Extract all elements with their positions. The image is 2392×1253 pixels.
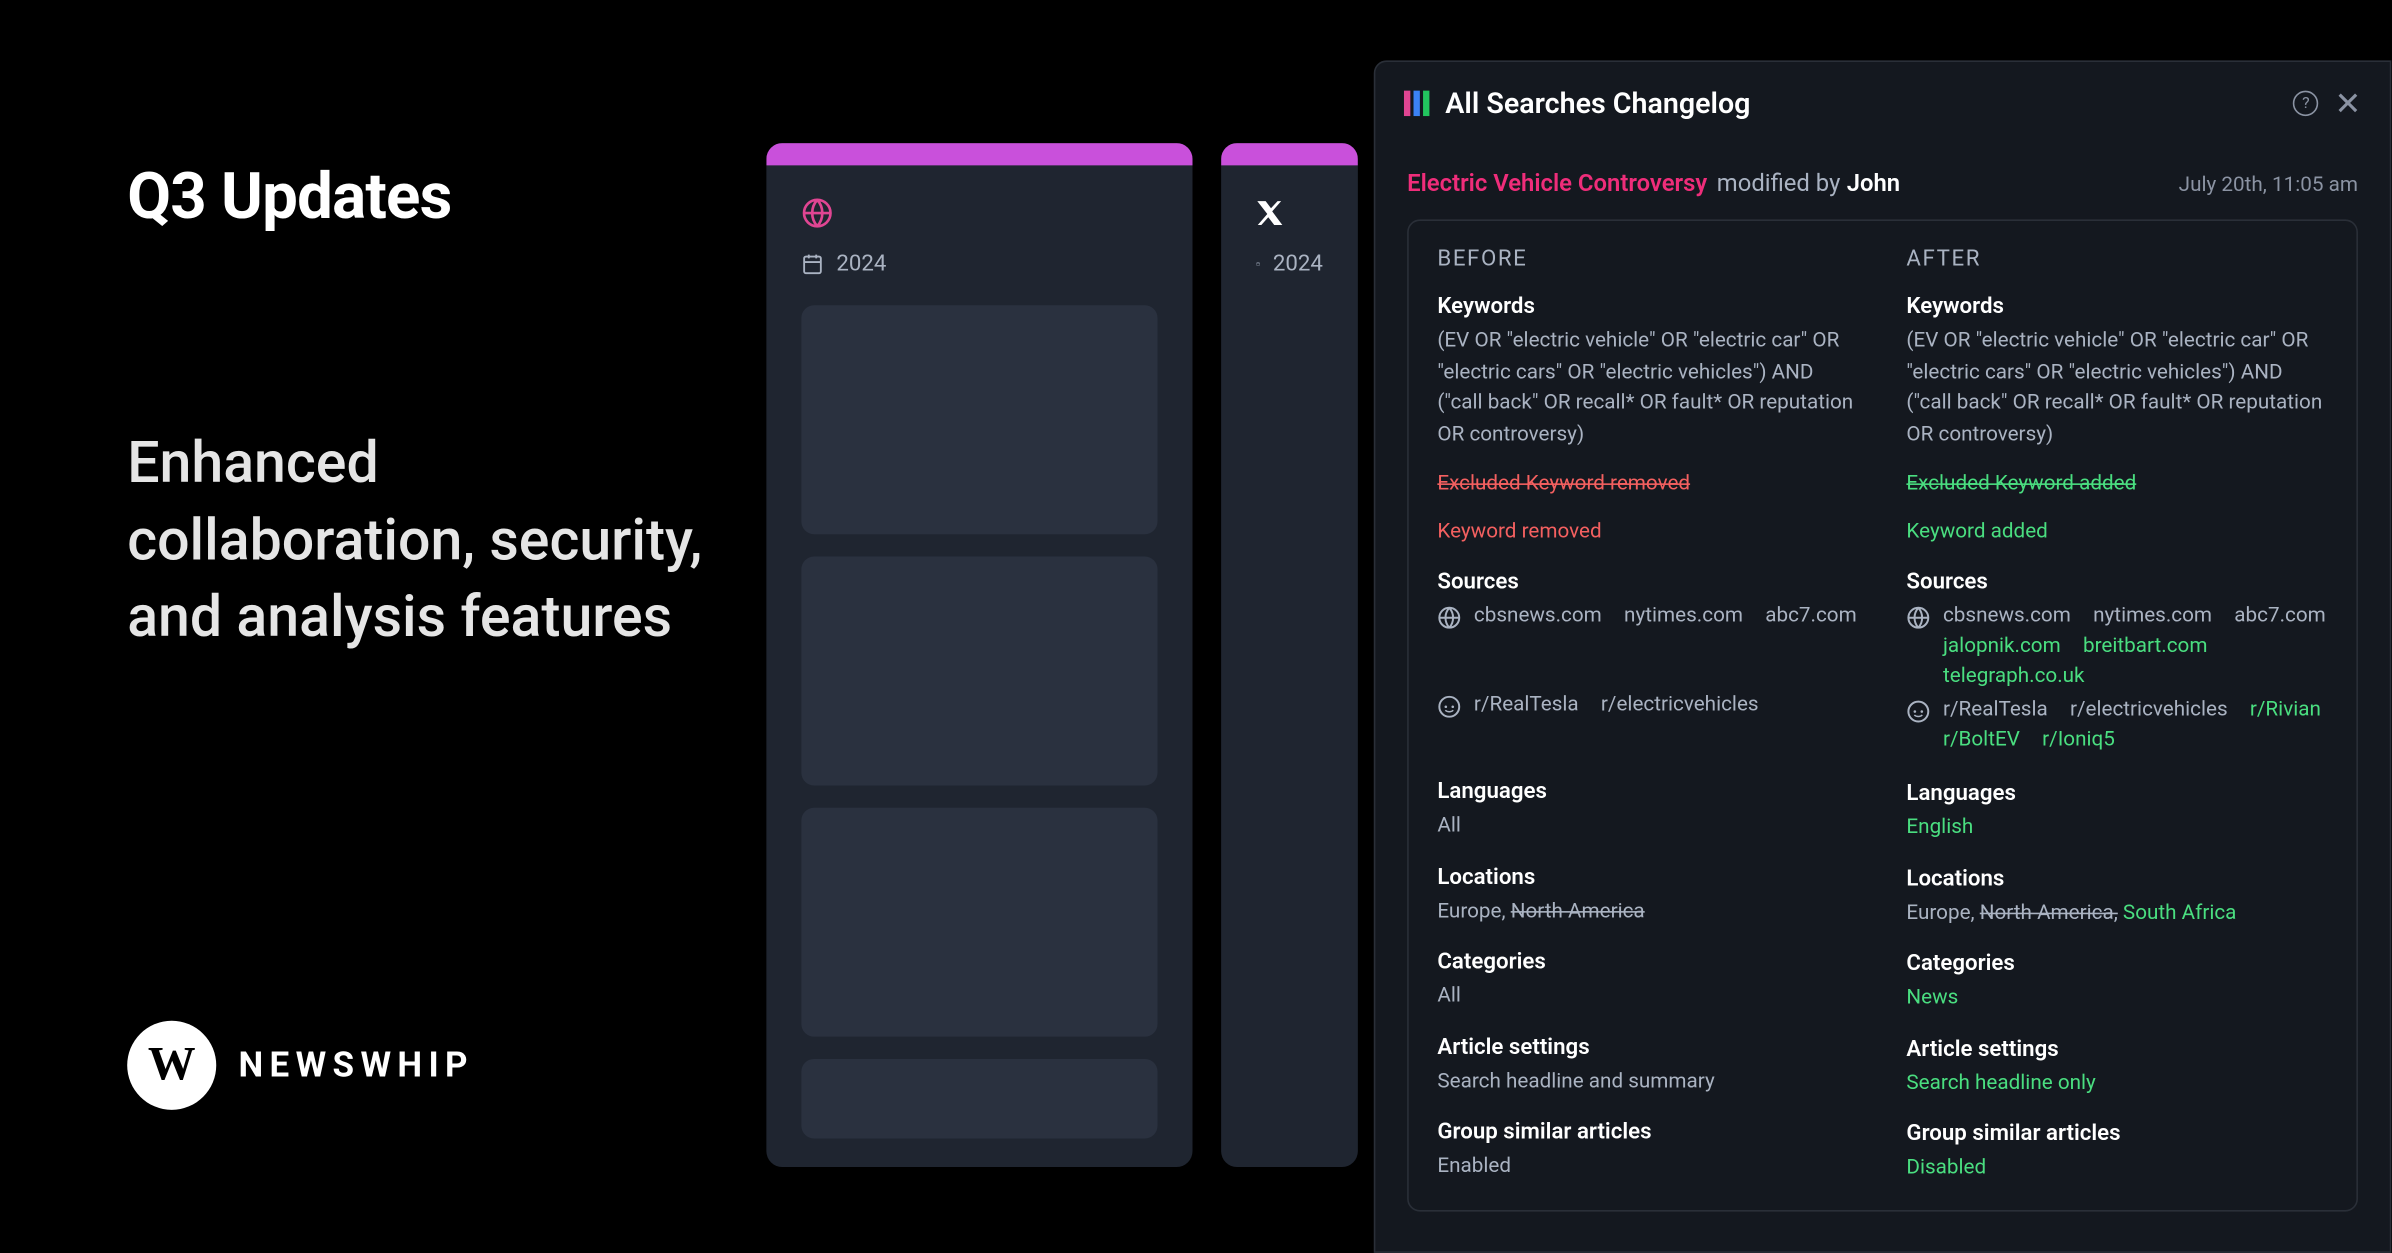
after-web-sources: cbsnews.comnytimes.comabc7.comjalopnik.c… [1906, 604, 2327, 688]
section-group-similar: Group similar articles [1906, 1121, 2327, 1146]
brand-logo: W NEWSWHIP [127, 1021, 474, 1110]
section-categories: Categories [1437, 949, 1858, 974]
reddit-icon [1906, 700, 1930, 724]
section-locations: Locations [1906, 866, 2327, 891]
section-sources: Sources [1437, 569, 1858, 594]
hero-title: Q3 Updates [127, 159, 731, 234]
app-bars-icon [1404, 91, 1429, 116]
section-locations: Locations [1437, 864, 1858, 889]
section-languages: Languages [1437, 779, 1858, 804]
after-locations: Europe, North America, South Africa [1906, 898, 2327, 929]
calendar-icon [1256, 253, 1260, 275]
before-column: BEFORE Keywords (EV OR "electric vehicle… [1437, 246, 1858, 1183]
close-icon[interactable]: ✕ [2334, 84, 2361, 122]
entry-user: John [1847, 169, 1900, 198]
skeleton-block [801, 1059, 1157, 1139]
card-date: 2024 [1256, 251, 1323, 276]
card-accent [1221, 143, 1358, 165]
section-group-similar: Group similar articles [1437, 1119, 1858, 1144]
panel-title: All Searches Changelog [1445, 87, 2271, 120]
before-locations: Europe, North America [1437, 896, 1858, 927]
entry-name: Electric Vehicle Controversy [1407, 169, 1707, 198]
after-excluded-added: Excluded Keyword added [1906, 472, 2136, 496]
after-keyword-added: Keyword added [1906, 519, 2047, 543]
section-keywords: Keywords [1437, 294, 1858, 319]
hero-section: Q3 Updates Enhanced collaboration, secur… [127, 159, 731, 656]
after-categories: News [1906, 986, 1958, 1010]
globe-icon [1437, 606, 1461, 630]
card-date: 2024 [801, 251, 1157, 276]
help-icon[interactable]: ? [2293, 91, 2318, 116]
hero-subtitle: Enhanced collaboration, security, and an… [127, 425, 731, 657]
section-languages: Languages [1906, 781, 2327, 806]
reddit-icon [1437, 695, 1461, 719]
preview-card-x: 2024 [1221, 143, 1358, 1167]
before-languages: All [1437, 811, 1858, 842]
after-languages: English [1906, 816, 1973, 840]
section-article-settings: Article settings [1437, 1034, 1858, 1059]
changelog-panel: All Searches Changelog ? ✕ Electric Vehi… [1374, 60, 2392, 1253]
before-label: BEFORE [1437, 246, 1858, 271]
section-categories: Categories [1906, 951, 2327, 976]
after-group-similar: Disabled [1906, 1156, 1986, 1180]
calendar-icon [801, 253, 823, 275]
card-accent [766, 143, 1192, 165]
entry-modified-by: modified by [1717, 169, 1841, 198]
after-keywords-query: (EV OR "electric vehicle" OR "electric c… [1906, 326, 2327, 450]
skeleton-block [801, 305, 1157, 534]
logo-wordmark: NEWSWHIP [239, 1045, 474, 1085]
after-label: AFTER [1906, 246, 2327, 271]
after-article-settings: Search headline only [1906, 1071, 2095, 1095]
before-group-similar: Enabled [1437, 1151, 1858, 1182]
logo-mark: W [127, 1021, 216, 1110]
section-keywords: Keywords [1906, 294, 2327, 319]
entry-date: July 20th, 11:05 am [2179, 173, 2358, 197]
section-sources: Sources [1906, 569, 2327, 594]
panel-header: All Searches Changelog ? ✕ [1375, 62, 2389, 146]
section-article-settings: Article settings [1906, 1036, 2327, 1061]
before-keywords-query: (EV OR "electric vehicle" OR "electric c… [1437, 326, 1858, 450]
before-keyword-removed: Keyword removed [1437, 519, 1601, 543]
diff-container: BEFORE Keywords (EV OR "electric vehicle… [1407, 219, 2358, 1210]
entry-header: Electric Vehicle Controversy modified by… [1407, 169, 2358, 198]
preview-card-web: 2024 [766, 143, 1192, 1167]
before-reddit-sources: r/RealTeslar/electricvehicles [1437, 693, 1858, 718]
skeleton-block [801, 808, 1157, 1037]
skeleton-block [801, 557, 1157, 786]
preview-cards: 2024 2024 [766, 143, 1357, 1167]
before-excluded-removed: Excluded Keyword removed [1437, 472, 1690, 496]
before-categories: All [1437, 981, 1858, 1012]
before-article-settings: Search headline and summary [1437, 1066, 1858, 1097]
globe-icon [801, 194, 1157, 232]
x-icon [1256, 194, 1323, 232]
before-web-sources: cbsnews.comnytimes.comabc7.com [1437, 604, 1858, 629]
after-reddit-sources: r/RealTeslar/electricvehiclesr/Rivianr/B… [1906, 698, 2327, 752]
after-column: AFTER Keywords (EV OR "electric vehicle"… [1906, 246, 2327, 1183]
globe-icon [1906, 606, 1930, 630]
